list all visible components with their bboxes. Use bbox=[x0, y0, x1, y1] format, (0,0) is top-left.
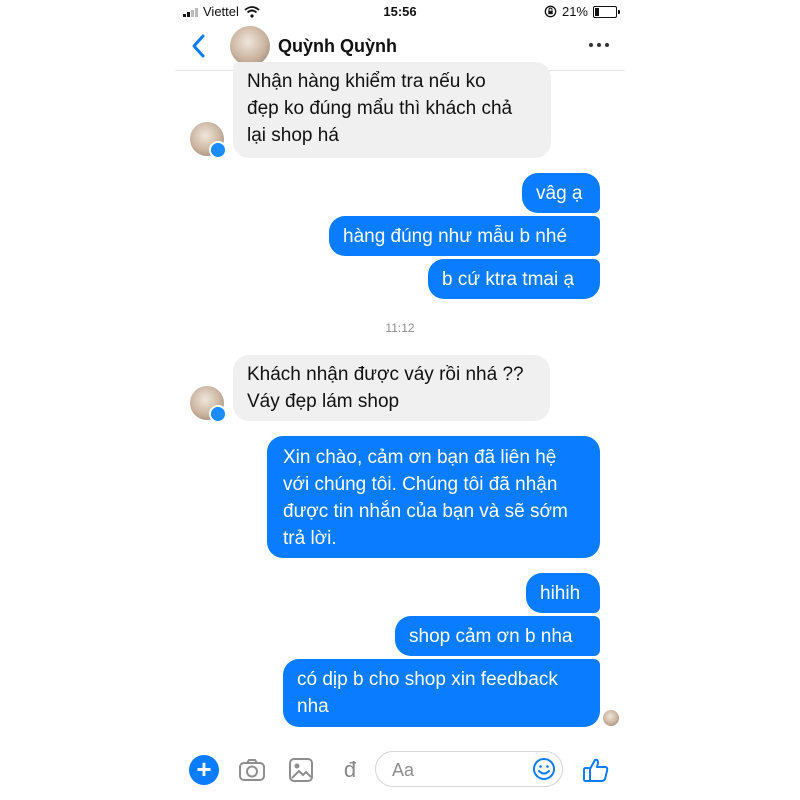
message-line: được tin nhắn của bạn và sẽ sớm bbox=[283, 501, 568, 522]
rotation-lock-icon bbox=[544, 5, 557, 18]
status-right: 21% bbox=[544, 4, 620, 19]
message-bubble-outgoing[interactable]: shop cảm ơn b nha bbox=[395, 616, 600, 656]
messenger-badge-icon bbox=[209, 141, 227, 159]
message-bubble-outgoing[interactable]: có dịp b cho shop xin feedback nha bbox=[283, 659, 600, 727]
messenger-screen: Viettel 15:56 21% Quỳnh Quỳnh Nhận hàng … bbox=[175, 0, 625, 800]
message-input-placeholder: Aa bbox=[392, 760, 415, 780]
add-icon[interactable]: + bbox=[189, 755, 219, 785]
message-line: nha bbox=[297, 696, 329, 717]
message-line: có dịp b cho shop xin feedback bbox=[297, 669, 558, 690]
message-line: Nhận hàng khiểm tra nếu ko bbox=[247, 71, 486, 92]
message-line: vâg ạ bbox=[536, 183, 583, 204]
camera-icon[interactable] bbox=[237, 755, 267, 785]
like-icon[interactable] bbox=[581, 755, 611, 785]
message-line: Khách nhận được váy rồi nhá ?? bbox=[247, 364, 524, 385]
sender-avatar[interactable] bbox=[190, 386, 227, 423]
message-line: hihih bbox=[540, 583, 581, 604]
message-bubble-incoming[interactable]: Khách nhận được váy rồi nhá ?? Váy đẹp l… bbox=[233, 355, 550, 421]
message-bubble-outgoing[interactable]: hihih bbox=[526, 573, 600, 613]
emoji-icon[interactable] bbox=[532, 757, 556, 781]
gallery-icon[interactable] bbox=[286, 755, 316, 785]
contact-name[interactable]: Quỳnh Quỳnh bbox=[278, 36, 397, 57]
status-bar: Viettel 15:56 21% bbox=[175, 0, 625, 24]
message-input[interactable]: Aa bbox=[375, 751, 563, 787]
battery-percent: 21% bbox=[561, 4, 588, 19]
battery-icon bbox=[593, 5, 620, 18]
message-bubble-outgoing[interactable]: vâg ạ bbox=[522, 173, 600, 213]
sender-avatar[interactable] bbox=[190, 122, 227, 159]
back-icon[interactable] bbox=[187, 32, 211, 60]
message-line: với chúng tôi. Chúng tôi đã nhận bbox=[283, 474, 558, 495]
messenger-badge-icon bbox=[209, 405, 227, 423]
message-bubble-outgoing[interactable]: hàng đúng như mẫu b nhé bbox=[329, 216, 600, 256]
message-line: trả lời. bbox=[283, 528, 337, 549]
payment-button[interactable]: đ bbox=[335, 755, 365, 785]
composer-bar: + đ Aa bbox=[175, 745, 625, 800]
message-line: shop cảm ơn b nha bbox=[409, 626, 573, 647]
message-bubble-outgoing[interactable]: b cứ ktra tmai ạ bbox=[428, 259, 600, 299]
message-line: b cứ ktra tmai ạ bbox=[442, 269, 575, 290]
seen-avatar bbox=[603, 710, 619, 726]
message-bubble-outgoing[interactable]: Xin chào, cảm ơn bạn đã liên hệ với chún… bbox=[267, 436, 600, 558]
message-line: đẹp ko đúng mẩu thì khách chả bbox=[247, 98, 513, 119]
message-line: hàng đúng như mẫu b nhé bbox=[343, 226, 568, 247]
more-icon[interactable] bbox=[589, 43, 609, 47]
timestamp: 11:12 bbox=[385, 321, 415, 335]
message-bubble-incoming[interactable]: Nhận hàng khiểm tra nếu ko đẹp ko đúng m… bbox=[233, 62, 551, 158]
contact-avatar[interactable] bbox=[230, 26, 270, 66]
message-line: lại shop há bbox=[247, 125, 339, 146]
message-line: Xin chào, cảm ơn bạn đã liên hệ bbox=[283, 447, 557, 468]
message-line: Váy đẹp lám shop bbox=[247, 391, 400, 412]
